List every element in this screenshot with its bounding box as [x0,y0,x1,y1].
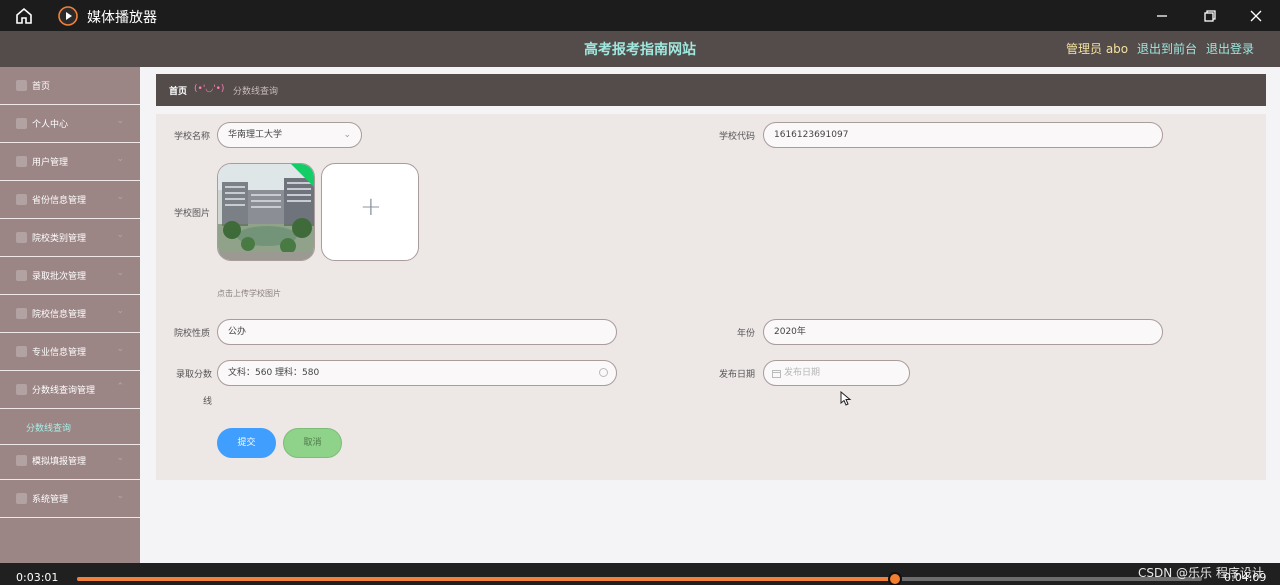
score-line-value: 文科：560 理科：580 [228,368,320,378]
breadcrumb-home[interactable]: 首页 [169,84,187,97]
sidebar-item-label: 录取批次管理 [32,272,87,282]
logout-link[interactable]: 退出登录 [1206,40,1254,57]
sidebar-item-label: 模拟填报管理 [32,457,87,467]
seek-bar[interactable] [77,577,1202,581]
seek-bar-progress [77,577,895,581]
sidebar-item-label: 系统管理 [32,495,69,505]
admin-user-label: 管理员 abo [1066,42,1129,56]
watermark: CSDN @乐乐 程序设计 [1138,566,1264,580]
player-controls: 0:03:01 0:04:09 [0,563,1280,585]
sidebar-item-score-query[interactable]: 分数线查询管理 ⌃ [0,371,140,409]
player-app-title: 媒体播放器 [87,10,157,26]
sidebar-item-admission-batch[interactable]: 录取批次管理 ⌄ [0,257,140,295]
home-icon[interactable] [14,6,34,26]
chevron-down-icon: ⌄ [116,154,124,164]
chevron-down-icon: ⌄ [343,130,351,140]
user-icon [16,118,27,129]
category-icon [16,232,27,243]
school-name-value: 华南理工大学 [228,130,283,140]
mouse-cursor-icon [840,391,852,406]
score-icon [16,384,27,395]
batch-icon [16,270,27,281]
chevron-down-icon: ⌄ [116,491,124,501]
sidebar-item-label: 专业信息管理 [32,348,87,358]
calendar-icon [772,370,781,378]
restore-icon[interactable] [1200,6,1220,26]
sidebar-subitem-label: 分数线查询 [26,424,72,434]
sidebar-item-home[interactable]: 首页 [0,67,140,105]
school-code-field[interactable]: 1616123691097 [763,122,1163,148]
sidebar-item-label: 省份信息管理 [32,196,87,206]
sidebar-item-system[interactable]: 系统管理 ⌄ [0,480,140,518]
exit-to-front-link[interactable]: 退出到前台 [1137,40,1197,57]
school-nature-value: 公办 [228,327,247,337]
sidebar-item-school-category[interactable]: 院校类别管理 ⌄ [0,219,140,257]
year-field[interactable]: 2020年 [763,319,1163,345]
sidebar-item-simulate-apply[interactable]: 模拟填报管理 ⌄ [0,442,140,480]
sidebar-item-school-info[interactable]: 院校信息管理 ⌄ [0,295,140,333]
seek-handle[interactable] [887,572,902,585]
province-icon [16,194,27,205]
player-title-bar: 媒体播放器 [0,0,1280,31]
breadcrumb-current: 分数线查询 [233,87,279,97]
chevron-up-icon: ⌃ [116,382,124,392]
sidebar-item-province[interactable]: 省份信息管理 ⌄ [0,181,140,219]
minimize-icon[interactable] [1152,6,1172,26]
sidebar-subitem-score-query[interactable]: 分数线查询 [0,409,140,445]
sidebar-item-personal-center[interactable]: 个人中心 ⌄ [0,105,140,143]
chevron-down-icon: ⌄ [116,268,124,278]
site-header: 高考报考指南网站 管理员 abo 退出到前台 退出登录 [0,31,1280,67]
sidebar-item-label: 个人中心 [32,120,69,130]
sidebar-item-label: 院校类别管理 [32,234,87,244]
sidebar: 首页 个人中心 ⌄ 用户管理 ⌄ 省份信息管理 ⌄ 院校类别管理 ⌄ 录取批次管… [0,67,140,563]
score-form-panel: 学校名称 华南理工大学 ⌄ 学校代码 1616123691097 学校图片 + … [156,114,1266,480]
plus-icon: + [360,192,382,222]
close-icon[interactable] [1246,6,1266,26]
simulate-icon [16,455,27,466]
publish-date-label: 发布日期 [718,370,755,380]
chevron-down-icon: ⌄ [116,453,124,463]
chevron-down-icon: ⌄ [116,116,124,126]
upload-hint: 点击上传学校图片 [217,289,281,298]
publish-date-placeholder: 发布日期 [784,368,821,378]
media-player-logo-icon [58,6,78,26]
school-name-select[interactable]: 华南理工大学 ⌄ [217,122,362,148]
breadcrumb-separator: (•'◡'•) [194,84,225,94]
year-value: 2020年 [774,327,806,337]
school-name-label: 学校名称 [173,132,210,142]
chevron-down-icon: ⌄ [116,192,124,202]
score-line-label: 录取分数 [175,370,212,380]
score-line-field[interactable]: 文科：560 理科：580 [217,360,617,386]
submit-button[interactable]: 提交 [217,428,276,458]
campus-photo [218,164,314,260]
sidebar-item-label: 院校信息管理 [32,310,87,320]
sidebar-item-label: 首页 [32,82,51,92]
chevron-down-icon: ⌄ [116,344,124,354]
sidebar-item-label: 用户管理 [32,158,69,168]
clear-icon[interactable] [599,368,608,377]
upload-image-button[interactable]: + [321,163,419,261]
sidebar-item-major-info[interactable]: 专业信息管理 ⌄ [0,333,140,371]
users-icon [16,156,27,167]
year-label: 年份 [736,329,755,339]
breadcrumb: 首页 (•'◡'•) 分数线查询 [156,74,1266,106]
cancel-button[interactable]: 取消 [283,428,342,458]
chevron-down-icon: ⌄ [116,230,124,240]
score-line-label-cont: 线 [202,397,212,407]
sidebar-item-user-management[interactable]: 用户管理 ⌄ [0,143,140,181]
school-nature-field[interactable]: 公办 [217,319,617,345]
settings-icon [16,493,27,504]
school-code-value: 1616123691097 [774,130,849,140]
school-image-label: 学校图片 [173,209,210,219]
sidebar-item-label: 分数线查询管理 [32,386,96,396]
publish-date-picker[interactable]: 发布日期 [763,360,910,386]
chevron-down-icon: ⌄ [116,306,124,316]
school-image-thumbnail[interactable] [217,163,315,261]
current-time: 0:03:01 [16,571,59,584]
school-nature-label: 院校性质 [173,329,210,339]
school-icon [16,308,27,319]
major-icon [16,346,27,357]
home-icon [16,80,27,91]
school-code-label: 学校代码 [718,132,755,142]
